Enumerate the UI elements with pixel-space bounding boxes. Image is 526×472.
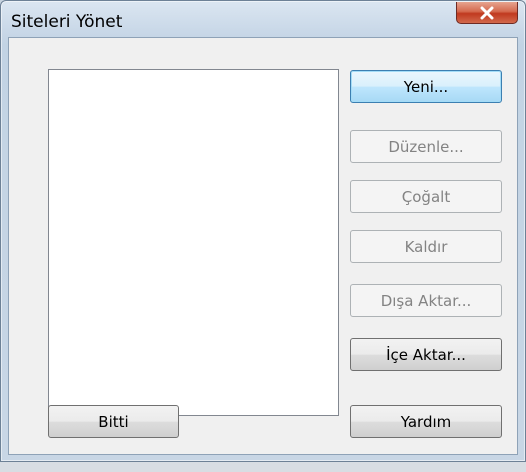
duplicate-site-button[interactable]: Çoğalt: [350, 180, 502, 213]
done-button[interactable]: Bitti: [48, 405, 179, 438]
export-sites-button[interactable]: Dışa Aktar...: [350, 284, 502, 317]
close-icon: [480, 6, 494, 19]
edit-site-button[interactable]: Düzenle...: [350, 130, 502, 163]
remove-site-button[interactable]: Kaldır: [350, 230, 502, 263]
manage-sites-dialog: Siteleri Yönet Yeni... Düzenle... Çoğalt…: [0, 0, 526, 462]
new-site-button[interactable]: Yeni...: [350, 70, 502, 103]
close-button[interactable]: [456, 2, 518, 24]
help-button[interactable]: Yardım: [350, 405, 502, 438]
import-sites-button[interactable]: İçe Aktar...: [350, 338, 502, 371]
dialog-title: Siteleri Yönet: [11, 12, 123, 32]
sites-list[interactable]: [48, 69, 339, 416]
dialog-body: Yeni... Düzenle... Çoğalt Kaldır Dışa Ak…: [8, 37, 518, 455]
